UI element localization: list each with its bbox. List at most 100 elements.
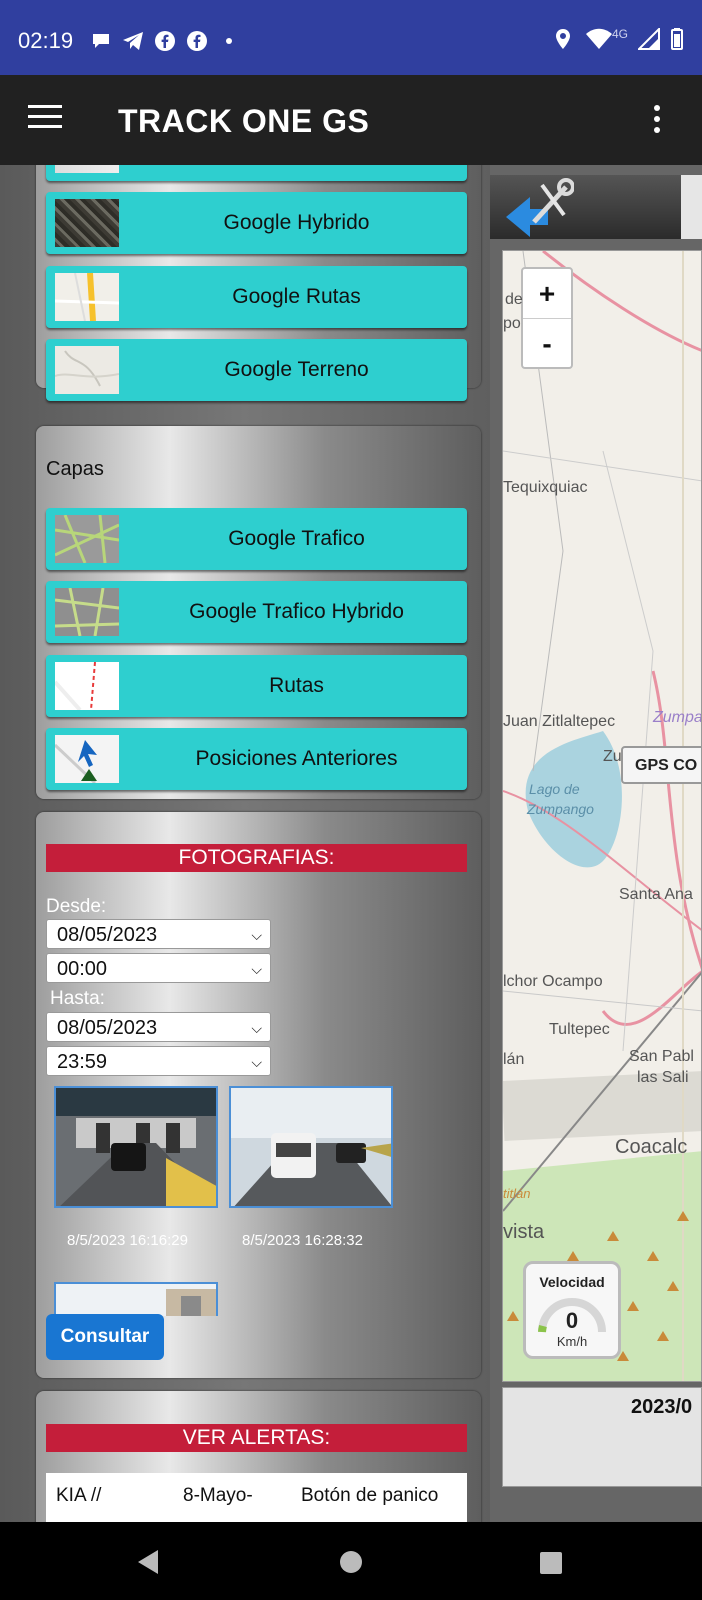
roads-thumbnail	[54, 272, 120, 322]
chevron-down-icon: ⌵	[251, 927, 262, 943]
map-label: Santa Ana	[619, 886, 693, 903]
home-icon[interactable]	[339, 1550, 363, 1579]
battery-icon	[670, 28, 684, 50]
hasta-date-select[interactable]: 08/05/2023 ⌵	[46, 1012, 271, 1042]
google-terreno-button[interactable]: Google Terreno	[46, 339, 467, 401]
map-label: Zumpango	[653, 709, 702, 726]
back-icon[interactable]	[136, 1549, 160, 1580]
app-title: TRACK ONE GS	[118, 103, 370, 139]
map-label: lchor Ocampo	[503, 973, 603, 990]
map-label: Coacalc	[615, 1136, 688, 1158]
menu-icon[interactable]	[28, 105, 62, 131]
layer-label: Google Trafico	[228, 527, 365, 550]
hasta-label: Hasta:	[50, 988, 105, 1009]
select-value: 23:59	[57, 1051, 108, 1073]
route-thumbnail	[53, 661, 119, 712]
network-type: 4G	[611, 27, 628, 41]
options-panel[interactable]: Google Hybrido Google Rutas Google Terre…	[0, 165, 490, 1522]
alertas-header: VER ALERTAS:	[46, 1424, 467, 1452]
desde-date-select[interactable]: 08/05/2023 ⌵	[46, 919, 271, 949]
settings-tools-icon[interactable]	[504, 177, 575, 239]
alert-date: 8-Mayo-	[183, 1485, 253, 1506]
select-value: 08/05/2023	[57, 1017, 158, 1039]
system-icons: 4G	[552, 27, 684, 50]
google-hybrido-button[interactable]: Google Hybrido	[46, 192, 467, 254]
wifi-icon	[584, 28, 614, 50]
map-label: Tultepec	[549, 1021, 610, 1038]
map-label: vista	[503, 1221, 545, 1243]
map-view[interactable]: + - de po Tequixquiac Juan Zitlaltepec Z…	[502, 250, 702, 1382]
location-icon	[552, 28, 574, 50]
map-label: titlán	[503, 1186, 531, 1201]
hasta-time-select[interactable]: 23:59 ⌵	[46, 1046, 271, 1076]
capas-heading: Capas	[46, 458, 104, 480]
select-value: 08/05/2023	[57, 924, 158, 946]
map-toolbar	[490, 175, 702, 239]
google-trafico-button[interactable]: Google Trafico	[46, 508, 467, 570]
map-type-label: Google Hybrido	[223, 211, 370, 234]
date-label: 2023/0	[631, 1396, 693, 1418]
alerts-table: KIA // 8-Mayo- Botón de panico	[46, 1473, 467, 1522]
map-label: po	[503, 315, 521, 332]
photo-thumbnail[interactable]	[229, 1086, 393, 1208]
photo-thumbnail[interactable]	[54, 1086, 218, 1208]
desde-label: Desde:	[46, 896, 107, 917]
layer-label: Rutas	[269, 674, 324, 697]
telegram-icon	[122, 30, 144, 52]
main-content[interactable]: Google Hybrido Google Rutas Google Terre…	[0, 165, 702, 1522]
alert-type: Botón de panico	[301, 1485, 439, 1506]
layer-label: Google Trafico Hybrido	[189, 600, 404, 623]
chevron-down-icon: ⌵	[251, 1054, 262, 1070]
speedometer: Velocidad 0 Km/h	[523, 1261, 621, 1359]
map-type-label: Google Terreno	[224, 358, 369, 381]
navigation-bar	[0, 1522, 702, 1600]
traffic-thumbnail	[54, 514, 120, 564]
map-label: Tequixquiac	[503, 479, 588, 496]
map-label: lán	[503, 1051, 525, 1068]
traffic-thumbnail	[54, 587, 120, 637]
toolbar-button[interactable]	[681, 175, 702, 239]
notification-icons	[90, 30, 240, 52]
overflow-menu-icon[interactable]	[654, 105, 662, 138]
alertas-panel: VER ALERTAS: KIA // 8-Mayo- Botón de pan…	[36, 1391, 481, 1522]
recents-icon[interactable]	[539, 1551, 563, 1580]
positions-thumbnail	[53, 735, 119, 785]
google-rutas-button[interactable]: Google Rutas	[46, 266, 467, 328]
photo-thumbnail[interactable]	[54, 1282, 218, 1316]
map-label: de	[505, 291, 523, 308]
chevron-down-icon: ⌵	[251, 961, 262, 977]
google-trafico-hybrido-button[interactable]: Google Trafico Hybrido	[46, 581, 467, 643]
map-type-label: Google Rutas	[232, 285, 361, 308]
zoom-out-button[interactable]: -	[523, 319, 571, 368]
speed-title: Velocidad	[539, 1274, 605, 1290]
map-label: Zu	[603, 748, 622, 765]
date-bar: 2023/0	[502, 1387, 702, 1487]
capas-panel: Capas Google Trafico Google Trafico Hybr…	[36, 426, 481, 799]
layer-label: Posiciones Anteriores	[195, 747, 398, 770]
zoom-control: + -	[521, 267, 573, 369]
map-type-button-partial[interactable]	[46, 165, 467, 181]
map-panel: + - de po Tequixquiac Juan Zitlaltepec Z…	[490, 165, 702, 1522]
facebook-icon	[186, 30, 208, 52]
posiciones-anteriores-button[interactable]: Posiciones Anteriores	[46, 728, 467, 790]
fotografias-header: FOTOGRAFIAS:	[46, 844, 467, 872]
map-type-panel: Google Hybrido Google Rutas Google Terre…	[36, 165, 481, 401]
dot-icon	[218, 30, 240, 52]
alert-vehicle: KIA //	[56, 1485, 102, 1506]
speed-value: 0	[565, 1308, 579, 1333]
chevron-down-icon: ⌵	[251, 1020, 262, 1036]
gps-marker-label[interactable]: GPS CO	[621, 746, 701, 784]
facebook-icon	[154, 30, 176, 52]
map-label: San Pabl	[629, 1048, 694, 1065]
chat-bubble-icon	[90, 30, 112, 52]
app-bar: TRACK ONE GS	[0, 75, 702, 165]
desde-time-select[interactable]: 00:00 ⌵	[46, 953, 271, 983]
consultar-button[interactable]: Consultar	[46, 1314, 164, 1360]
rutas-button[interactable]: Rutas	[46, 655, 467, 717]
roads-thumbnail	[55, 165, 119, 173]
speed-unit: Km/h	[556, 1334, 588, 1349]
map-label: Zumpango	[527, 801, 594, 817]
terrain-thumbnail	[54, 346, 120, 394]
zoom-in-button[interactable]: +	[523, 269, 571, 319]
map-label: Juan Zitlaltepec	[503, 713, 616, 730]
